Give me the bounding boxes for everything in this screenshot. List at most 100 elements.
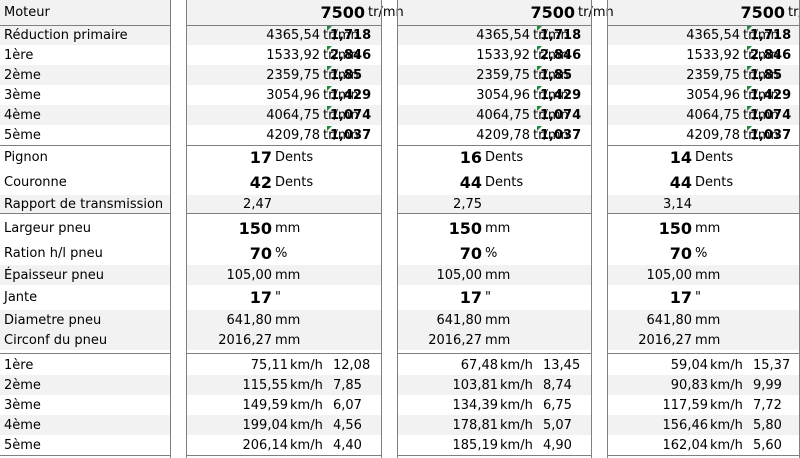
rpm-value[interactable]: 3054,96 — [397, 85, 530, 105]
input-value[interactable]: 150 — [397, 215, 482, 241]
input-value[interactable]: 70 — [397, 241, 482, 265]
input-value[interactable]: 17 — [607, 285, 692, 310]
row-label: Épaisseur pneu — [4, 267, 105, 283]
row-label: 2ème — [4, 377, 41, 393]
row-gear-speed: Réduction primaire 4365,54 tr/mn 1,718 4365,… — [0, 25, 800, 45]
computed-value[interactable]: 105,00 — [187, 265, 273, 285]
speed-value[interactable]: 199,04 — [187, 415, 289, 435]
rpm-value[interactable]: 4209,78 — [397, 125, 530, 145]
computed-value[interactable]: 105,00 — [397, 265, 483, 285]
speed-value[interactable]: 156,46 — [607, 415, 709, 435]
ratio-value[interactable]: 2,47 — [187, 195, 272, 213]
speed-value[interactable]: 59,04 — [607, 355, 708, 375]
rpm-value[interactable]: 4365,54 — [187, 25, 320, 45]
speed-value[interactable]: 149,59 — [187, 395, 289, 415]
input-value[interactable]: 17 — [187, 285, 272, 310]
rpm-value[interactable]: 3054,96 — [607, 85, 740, 105]
speed-value[interactable]: 178,81 — [397, 415, 499, 435]
input-value[interactable]: 70 — [187, 241, 272, 265]
grid-line — [397, 25, 591, 26]
secondary-value: 4,40 — [333, 437, 362, 453]
grid-line — [397, 145, 591, 146]
input-value[interactable]: 150 — [187, 215, 272, 241]
gear-ratio: 1,718 — [540, 27, 582, 43]
rpm-value[interactable]: 7500 — [607, 0, 785, 25]
speed-value[interactable]: 206,14 — [187, 435, 289, 455]
grid-line — [607, 353, 800, 354]
row-circonf: Circonf du pneu 2016,27 mm 2016,27 mm 2016,27… — [0, 330, 800, 350]
speed-value[interactable]: 90,83 — [607, 375, 708, 395]
comment-marker-icon — [537, 106, 542, 111]
unit-label: km/h — [500, 417, 533, 433]
rpm-value[interactable]: 4209,78 — [187, 125, 320, 145]
rpm-value[interactable]: 1533,92 — [607, 45, 740, 65]
speed-value[interactable]: 117,59 — [607, 395, 709, 415]
speed-value[interactable]: 115,55 — [187, 375, 289, 395]
gear-ratio: 1,074 — [540, 107, 582, 123]
grid-line — [607, 455, 800, 456]
computed-value[interactable]: 641,80 — [397, 310, 483, 330]
secondary-value: 13,45 — [543, 357, 581, 373]
input-value[interactable]: 150 — [607, 215, 692, 241]
row-gear-speed: 2ème 2359,75 tr/mn 1,85 2359,75 tr/mn 1,85 2359… — [0, 65, 800, 85]
rpm-value[interactable]: 4064,75 — [187, 105, 320, 125]
unit-label: mm — [275, 312, 301, 328]
speed-value[interactable]: 67,48 — [397, 355, 498, 375]
unit-label: " — [485, 290, 491, 305]
rpm-value[interactable]: 4209,78 — [607, 125, 740, 145]
grid-line — [186, 0, 187, 458]
row-label: Jante — [4, 290, 38, 305]
rpm-value[interactable]: 4064,75 — [397, 105, 530, 125]
row-label: 1ère — [4, 357, 34, 373]
secondary-value: 7,72 — [753, 397, 782, 413]
input-value[interactable]: 44 — [607, 170, 692, 195]
grid-line — [397, 213, 591, 214]
unit-label: km/h — [500, 397, 533, 413]
rpm-value[interactable]: 1533,92 — [187, 45, 320, 65]
unit-label: mm — [695, 220, 721, 236]
input-value[interactable]: 44 — [397, 170, 482, 195]
row-ration: Ration h/l pneu 70% 70% 70% — [0, 241, 800, 265]
comment-marker-icon — [327, 46, 332, 51]
unit-label: km/h — [500, 377, 533, 393]
speed-value[interactable]: 185,19 — [397, 435, 499, 455]
ratio-value[interactable]: 3,14 — [607, 195, 692, 213]
computed-value[interactable]: 641,80 — [187, 310, 273, 330]
rpm-value[interactable]: 4365,54 — [397, 25, 530, 45]
row-label: Couronne — [4, 175, 67, 190]
rpm-value[interactable]: 1533,92 — [397, 45, 530, 65]
unit-label: km/h — [710, 417, 743, 433]
unit-label: km/h — [710, 357, 743, 373]
computed-value[interactable]: 2016,27 — [397, 330, 482, 350]
row-epaisseur: Épaisseur pneu 105,00 mm 105,00 mm 105,00 mm — [0, 265, 800, 285]
input-value[interactable]: 17 — [187, 145, 272, 170]
gear-ratio: 1,718 — [750, 27, 792, 43]
unit-label: km/h — [710, 397, 743, 413]
rpm-value[interactable]: 2359,75 — [187, 65, 320, 85]
computed-value[interactable]: 641,80 — [607, 310, 693, 330]
computed-value[interactable]: 105,00 — [607, 265, 693, 285]
rpm-value[interactable]: 7500 — [187, 0, 365, 25]
computed-value[interactable]: 2016,27 — [607, 330, 692, 350]
computed-value[interactable]: 2016,27 — [187, 330, 272, 350]
input-value[interactable]: 14 — [607, 145, 692, 170]
rpm-value[interactable]: 3054,96 — [187, 85, 320, 105]
rpm-value[interactable]: 7500 — [397, 0, 575, 25]
rpm-value[interactable]: 4365,54 — [607, 25, 740, 45]
speed-value[interactable]: 75,11 — [187, 355, 288, 375]
speed-value[interactable]: 162,04 — [607, 435, 709, 455]
unit-label: km/h — [710, 437, 743, 453]
rpm-value[interactable]: 2359,75 — [607, 65, 740, 85]
comment-marker-icon — [747, 46, 752, 51]
input-value[interactable]: 17 — [397, 285, 482, 310]
input-value[interactable]: 42 — [187, 170, 272, 195]
speed-value[interactable]: 134,39 — [397, 395, 499, 415]
input-value[interactable]: 16 — [397, 145, 482, 170]
ratio-value[interactable]: 2,75 — [397, 195, 482, 213]
input-value[interactable]: 70 — [607, 241, 692, 265]
speed-value[interactable]: 103,81 — [397, 375, 499, 395]
secondary-value: 12,08 — [333, 357, 371, 373]
row-label: 5ème — [4, 127, 41, 143]
rpm-value[interactable]: 2359,75 — [397, 65, 530, 85]
rpm-value[interactable]: 4064,75 — [607, 105, 740, 125]
